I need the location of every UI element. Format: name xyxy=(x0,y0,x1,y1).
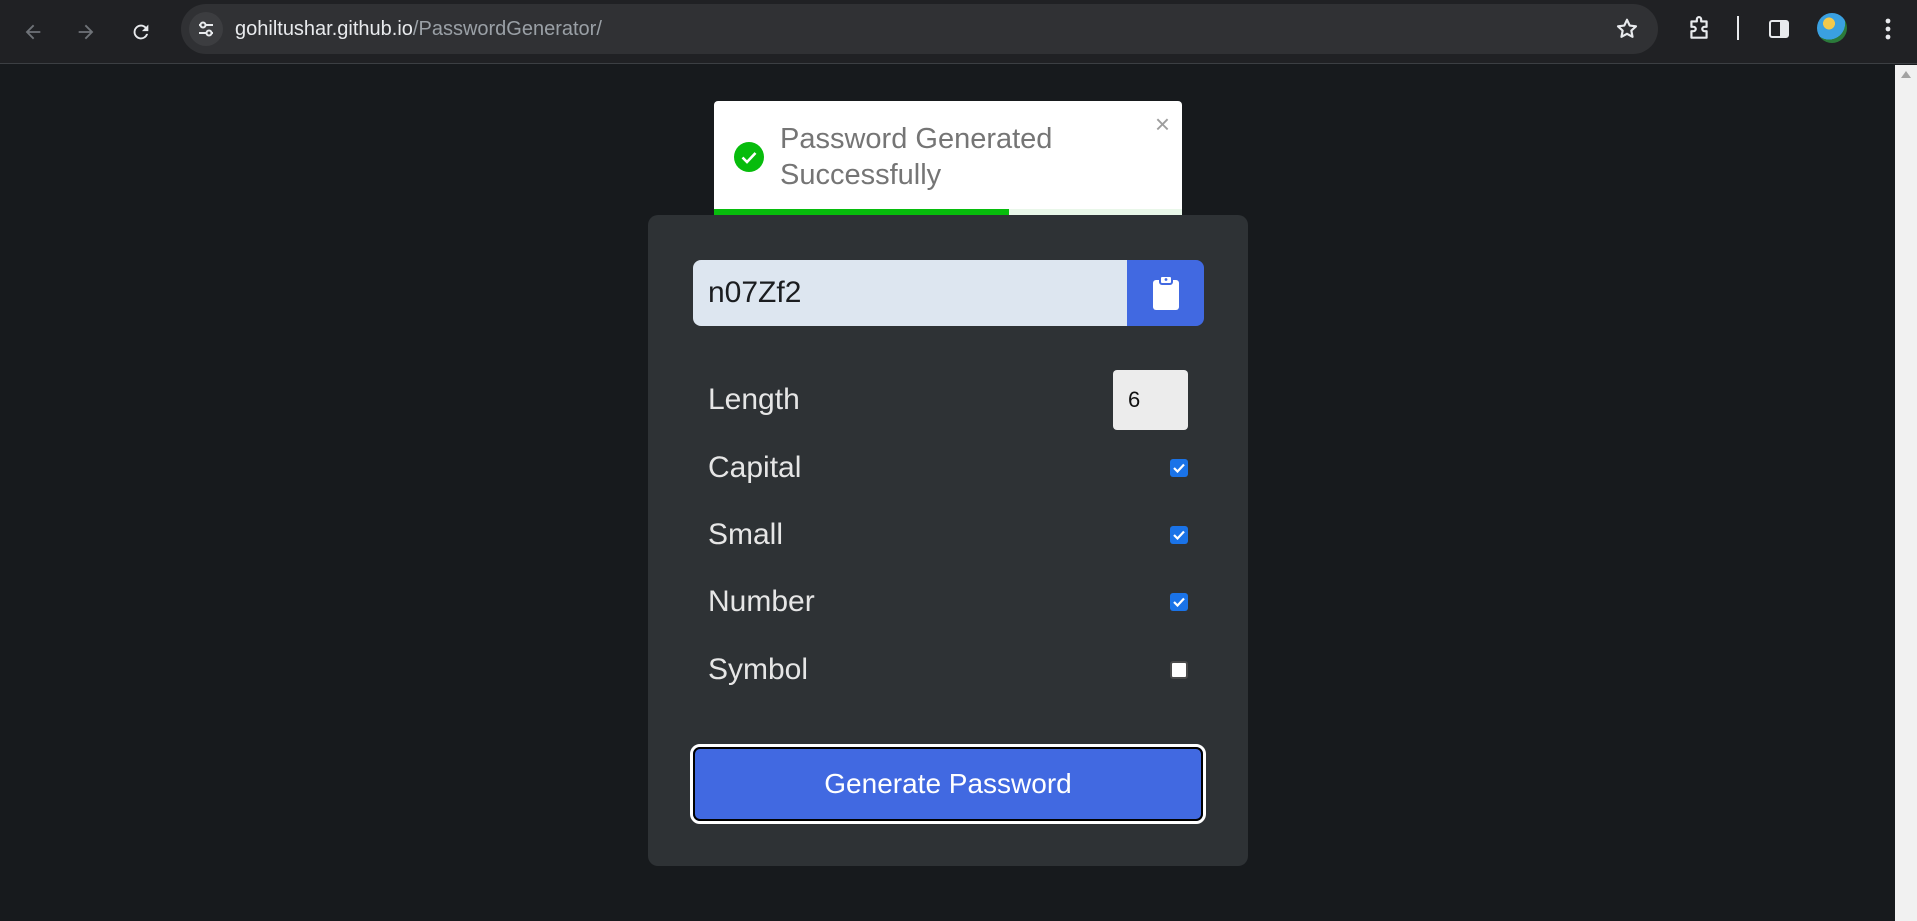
symbol-label: Symbol xyxy=(708,653,809,686)
checkmark-icon xyxy=(1173,463,1185,473)
length-option-row: Length 6 xyxy=(708,370,1188,430)
side-panel-button[interactable] xyxy=(1764,14,1794,44)
number-label: Number xyxy=(708,585,815,618)
back-button[interactable] xyxy=(13,12,53,52)
forward-button[interactable] xyxy=(66,12,106,52)
profile-avatar[interactable] xyxy=(1817,13,1847,43)
side-panel-icon xyxy=(1769,20,1789,38)
clipboard-icon xyxy=(1152,275,1179,310)
menu-dots-icon xyxy=(1885,18,1891,40)
checkmark-icon xyxy=(1173,597,1185,607)
close-icon[interactable]: × xyxy=(1155,111,1170,137)
site-info-button[interactable] xyxy=(189,12,223,46)
bookmark-star-icon[interactable] xyxy=(1614,16,1640,42)
reload-icon xyxy=(133,24,149,40)
small-label: Small xyxy=(708,518,784,551)
small-checkbox[interactable] xyxy=(1170,526,1188,544)
forward-arrow-icon xyxy=(78,24,94,40)
number-option-row: Number xyxy=(708,572,1188,632)
length-label: Length xyxy=(708,383,800,416)
password-output-row: n07Zf2 xyxy=(693,260,1204,326)
address-bar[interactable]: gohiltushar.github.io/PasswordGenerator/ xyxy=(181,4,1658,54)
reload-button[interactable] xyxy=(121,12,161,52)
browser-toolbar: gohiltushar.github.io/PasswordGenerator/ xyxy=(0,0,1917,64)
toast-progress-bar xyxy=(714,209,1009,215)
success-toast: Password Generated Successfully × xyxy=(714,101,1182,215)
success-check-icon xyxy=(734,142,764,172)
scroll-up-arrow-icon[interactable] xyxy=(1901,71,1911,78)
capital-checkbox[interactable] xyxy=(1170,459,1188,477)
copy-password-button[interactable] xyxy=(1127,260,1204,326)
extensions-icon xyxy=(1690,16,1708,39)
extensions-button[interactable] xyxy=(1684,14,1714,44)
password-output-field[interactable]: n07Zf2 xyxy=(693,260,1127,326)
small-option-row: Small xyxy=(708,505,1188,565)
menu-button[interactable] xyxy=(1873,14,1903,44)
capital-label: Capital xyxy=(708,451,802,484)
capital-option-row: Capital xyxy=(708,438,1188,498)
number-checkbox[interactable] xyxy=(1170,593,1188,611)
generate-password-button[interactable]: Generate Password xyxy=(690,744,1206,824)
symbol-checkbox[interactable] xyxy=(1170,661,1188,679)
toast-message: Password Generated Successfully xyxy=(780,123,1053,191)
symbol-option-row: Symbol xyxy=(708,640,1188,700)
url-text[interactable]: gohiltushar.github.io/PasswordGenerator/ xyxy=(235,18,602,40)
password-generator-card: n07Zf2 Length 6 Capital Small Number Sym… xyxy=(648,215,1248,866)
back-arrow-icon xyxy=(25,24,41,40)
site-settings-icon xyxy=(199,21,213,37)
length-input[interactable]: 6 xyxy=(1113,370,1188,430)
toolbar-divider xyxy=(1737,16,1739,40)
page-scrollbar[interactable] xyxy=(1895,65,1917,921)
checkmark-icon xyxy=(1173,530,1185,540)
url-host: gohiltushar.github.io xyxy=(235,18,413,40)
url-path: /PasswordGenerator/ xyxy=(412,18,602,40)
